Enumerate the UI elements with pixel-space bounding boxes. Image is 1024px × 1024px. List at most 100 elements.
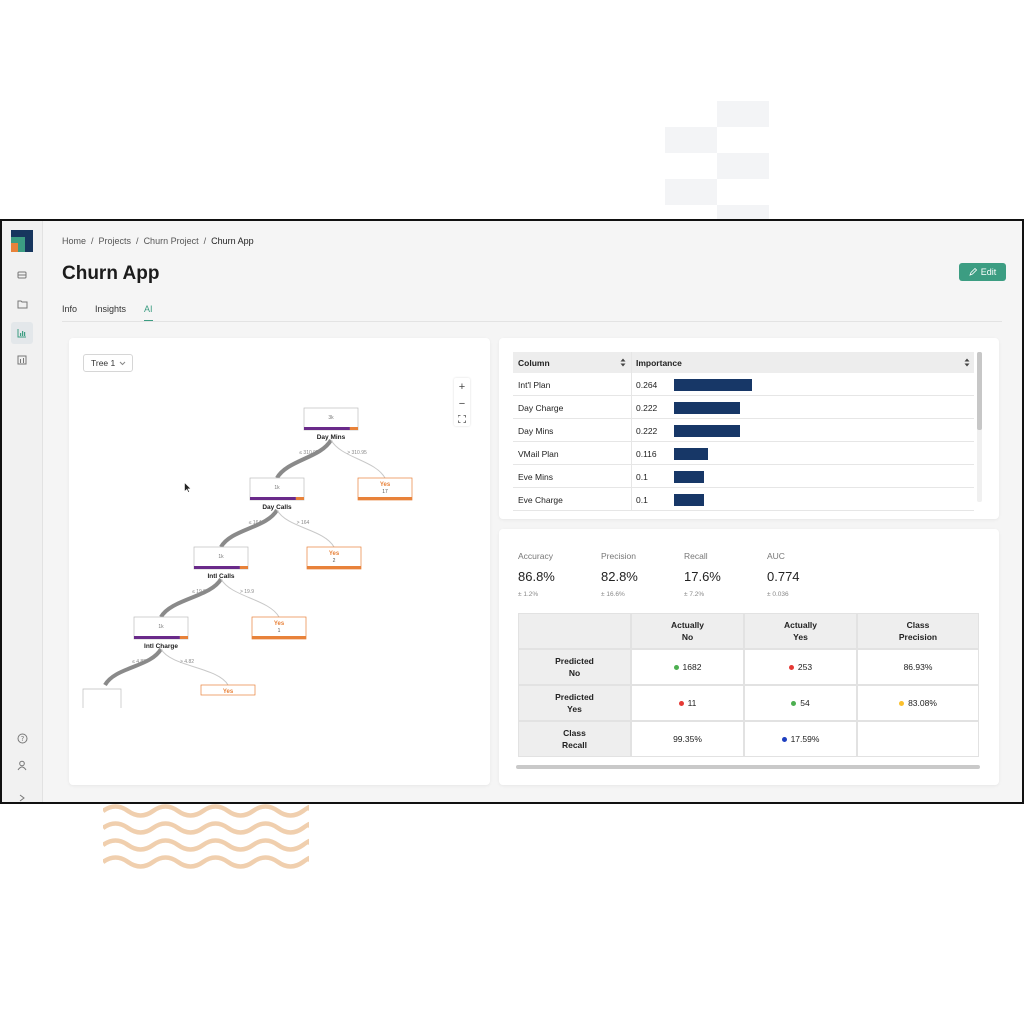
tree-leaf-count: 1 [278,628,281,634]
edge-label: > 19.9 [240,589,254,595]
feature-name: Eve Charge [518,495,563,505]
matrix-cell-value: 253 [797,662,813,672]
matrix-column-header: Class Precision [857,613,979,649]
tree-node-label: Intl Calls [207,573,234,580]
metric-value: 82.8% [601,569,638,584]
breadcrumb-current: Churn App [211,236,254,246]
tree-leaf-label: Yes [274,621,285,627]
tree-node-bar [134,636,180,639]
decorative-wave-pattern [103,804,309,869]
matrix-cell-value: 54 [800,698,810,708]
feature-row: Eve Charge 0.1 [513,488,974,511]
database-icon[interactable] [11,264,33,286]
feature-row: VMail Plan 0.116 [513,442,974,465]
tree-node-bar [349,427,358,430]
matrix-cell-value: 86.93% [903,662,933,672]
tree-node-label: Intl Charge [144,643,178,650]
decision-tree: ≤ 310.95 > 310.95 ≤ 164 > 164 ≤ 19.9 > 19.9 ≤ … [82,407,413,708]
breadcrumb-churn-project[interactable]: Churn Project [144,236,199,246]
tab-divider [62,321,1002,322]
matrix-cell: 99.35% [631,721,744,757]
dashboard-icon[interactable] [11,349,33,371]
feature-importance-value: 0.1 [636,495,648,505]
tree-edge-right [276,509,335,548]
feature-row: Day Charge 0.222 [513,396,974,419]
breadcrumb-separator: / [91,236,94,246]
metric-value: 17.6% [684,569,721,584]
tree-edge-right [160,648,229,686]
tree-leaf-bar [307,566,361,569]
decorative-checker-pattern [665,101,769,219]
edit-label: Edit [980,267,997,277]
column-header[interactable]: Column [518,358,550,368]
matrix-corner [518,613,631,649]
cell-divider [631,419,632,441]
edge-label: ≤ 4.82 [132,659,146,665]
tree-leaf-bar [252,636,306,639]
tree-node-bar [194,566,240,569]
metric-ci: ± 7.2% [684,591,705,598]
help-icon[interactable]: ? [11,727,33,749]
tree-node-bar [304,427,350,430]
bar-chart-icon[interactable] [11,322,33,344]
sort-icon[interactable] [620,358,626,367]
decision-tree-panel: Tree 1 + − ≤ 310.95 > 310.95 ≤ 164 > 164 ≤ 1… [69,338,490,785]
edit-button[interactable]: Edit [959,263,1006,281]
matrix-cell-value: 99.35% [673,734,702,744]
metric-label: AUC [767,551,785,561]
status-dot-icon [781,736,787,742]
feature-importance-value: 0.1 [636,472,648,482]
sidebar: ? [2,221,43,802]
metric-ci: ± 0.036 [767,591,789,598]
matrix-cell: 83.08% [857,685,979,721]
cell-divider [631,465,632,487]
metric-label: Accuracy [518,551,553,561]
edge-label: > 164 [297,520,310,526]
breadcrumb-home[interactable]: Home [62,236,86,246]
sort-icon[interactable] [964,358,970,367]
tree-edge-right [330,439,386,479]
cell-divider [631,488,632,510]
breadcrumb-separator: / [203,236,207,246]
user-icon[interactable] [11,754,33,776]
cell-divider [631,373,632,395]
expand-sidebar-icon[interactable] [11,787,33,802]
matrix-cell: 1682 [631,649,744,685]
tree-node-partial [82,688,122,708]
app-logo [11,230,33,252]
tree-leaf-label: Yes [380,482,391,488]
tree-node-bar [239,566,248,569]
header-divider [631,352,632,373]
mouse-cursor-icon [184,482,192,493]
feature-importance-value: 0.222 [636,403,658,413]
matrix-row-header: Predicted Yes [518,685,631,721]
cell-divider [631,396,632,418]
feature-importance-value: 0.116 [636,449,657,459]
feature-importance-panel: Column Importance Int'l Plan 0.264 Day Cha… [499,338,999,519]
metric-recall: Recall 17.6% ± 7.2% [684,551,721,598]
horizontal-scrollbar[interactable] [516,765,980,769]
status-dot-icon [678,700,684,706]
breadcrumb-projects[interactable]: Projects [99,236,132,246]
edge-label: ≤ 310.95 [299,450,319,456]
vertical-scrollbar[interactable] [977,352,982,502]
feature-row: Day Mins 0.222 [513,419,974,442]
tab-ai[interactable]: AI [144,304,153,321]
app-window: ? Home / Projects / Churn Project / Churn A… [0,219,1024,804]
status-dot-icon [899,700,905,706]
importance-bar [674,471,704,483]
tab-info[interactable]: Info [62,304,77,321]
tab-insights[interactable]: Insights [95,304,126,321]
folder-icon[interactable] [11,293,33,315]
feature-name: Day Mins [518,426,554,436]
scrollbar-thumb[interactable] [977,352,982,430]
matrix-row-header: Predicted No [518,649,631,685]
edge-label: > 310.95 [347,450,367,456]
feature-importance-value: 0.222 [636,426,658,436]
importance-header[interactable]: Importance [636,358,682,368]
importance-bar [674,448,709,460]
matrix-cell: 86.93% [857,649,979,685]
tree-edge-left [159,577,223,619]
tree-edge-right [220,578,280,618]
feature-name: Eve Mins [518,472,553,482]
